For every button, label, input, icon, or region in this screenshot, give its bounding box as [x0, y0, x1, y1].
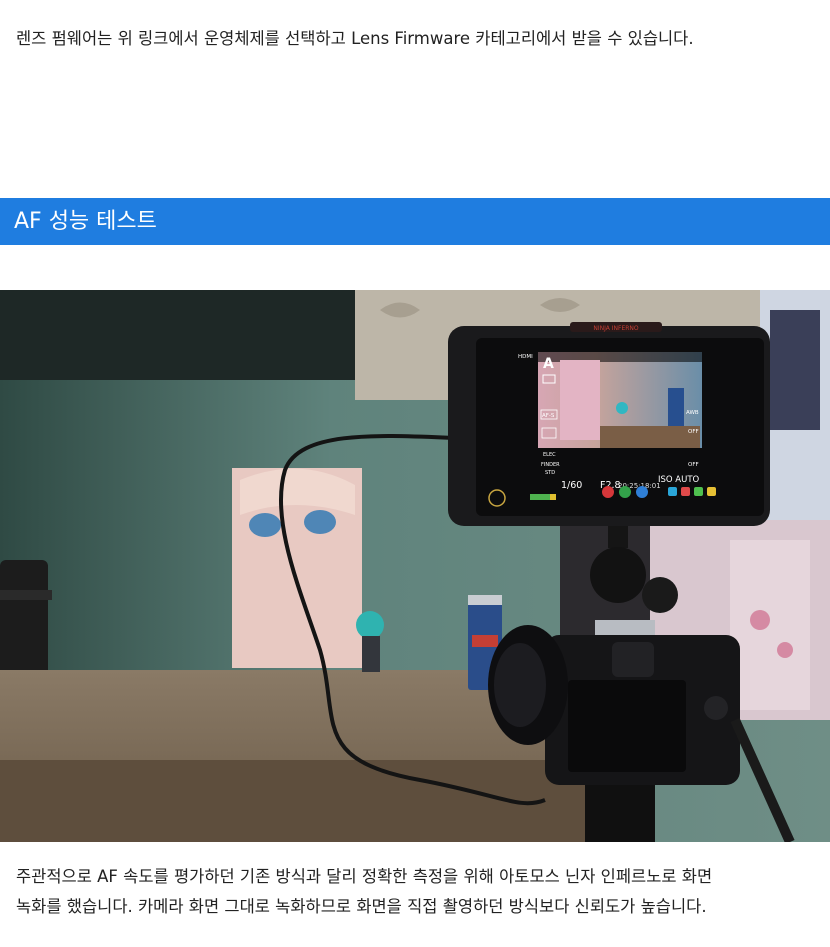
play-icon [619, 486, 631, 498]
menu-icon [636, 486, 648, 498]
monitor-input-label: HDMI [518, 354, 533, 360]
intro-paragraph: 렌즈 펌웨어는 위 링크에서 운영체제를 선택하고 Lens Firmware … [16, 29, 694, 48]
caption-line-2: 녹화를 했습니다. 카메라 화면 그대로 녹화하므로 화면을 직접 촬영하던 방… [16, 897, 707, 916]
monitor-std: STD [545, 470, 555, 476]
caption: 주관적으로 AF 속도를 평가하던 기존 방식과 달리 정확한 측정을 위해 아… [16, 862, 816, 922]
monitor-shutter: 1/60 [561, 480, 582, 491]
photo-camera-monitor-setup: NINJA INFERNO HDMI A AF-S ELEC FINDER ST… [0, 290, 830, 842]
caption-line-1: 주관적으로 AF 속도를 평가하던 기존 방식과 달리 정확한 측정을 위해 아… [16, 867, 713, 886]
monitor-mode-a: A [543, 356, 554, 372]
section-header: AF 성능 테스트 [0, 198, 830, 245]
monitor-off-1: OFF [688, 429, 699, 435]
section-title: AF 성능 테스트 [14, 209, 157, 234]
record-icon [602, 486, 614, 498]
monitor-finder: FINDER [541, 462, 560, 468]
monitor-af-mode: AF-S [542, 413, 555, 419]
monitor-off-2: OFF [688, 462, 699, 468]
monitor-elec: ELEC [543, 452, 556, 458]
monitor-brand: NINJA INFERNO [593, 325, 639, 332]
monitor-awb: AWB [686, 410, 699, 416]
monitor-iso: ISO AUTO [658, 475, 700, 485]
